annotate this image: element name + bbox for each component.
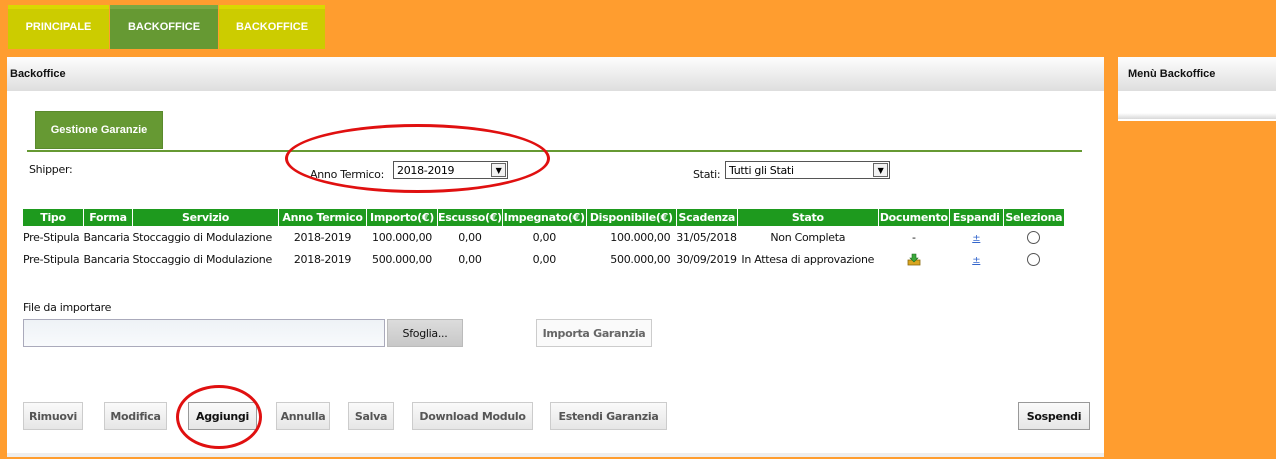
cell-escusso: 0,00 [458, 230, 482, 244]
extend-guarantee-button[interactable]: Estendi Garanzia [550, 402, 667, 430]
cell-espandi: ± [949, 226, 1003, 248]
side-menu-footer [1118, 113, 1276, 119]
stati-label: Stati: [693, 168, 721, 181]
annotation-ellipse-anno-termico [285, 124, 550, 193]
cell-importo: 100.000,00 [372, 230, 432, 244]
cell-tipo: Pre-Stipula [23, 252, 80, 266]
tab-principale[interactable]: PRINCIPALE [8, 5, 109, 49]
browse-button[interactable]: Sfoglia... [387, 319, 463, 347]
col-tipo[interactable]: Tipo [23, 209, 84, 226]
col-seleziona[interactable]: Seleziona [1003, 209, 1065, 226]
table-row[interactable]: Pre-Stipula Bancaria Stoccaggio di Modul… [23, 248, 1064, 270]
cell-stato: In Attesa di approvazione [741, 252, 875, 266]
import-guarantee-button[interactable]: Importa Garanzia [536, 319, 652, 347]
save-button[interactable]: Salva [348, 402, 394, 430]
guarantees-table: Tipo Forma Servizio Anno Termico Importo… [23, 209, 1065, 270]
expand-link[interactable]: ± [972, 255, 980, 266]
stati-select[interactable]: Tutti gli Stati ▼ [725, 161, 890, 179]
col-importo[interactable]: Importo(€) [366, 209, 438, 226]
col-documento[interactable]: Documento [878, 209, 950, 226]
tab-label: BACKOFFICE [127, 21, 201, 33]
cell-disponibile: 100.000,00 [610, 230, 671, 244]
cancel-button[interactable]: Annulla [276, 402, 330, 430]
expand-link[interactable]: ± [972, 233, 980, 244]
col-stato[interactable]: Stato [737, 209, 879, 226]
col-scadenza[interactable]: Scadenza [676, 209, 738, 226]
page-title: Backoffice [10, 68, 66, 80]
stati-value: Tutti gli Stati [729, 164, 794, 177]
select-radio[interactable] [1027, 252, 1041, 266]
col-anno-termico[interactable]: Anno Termico [278, 209, 367, 226]
tab-backoffice[interactable]: BACKOFFICE [219, 5, 325, 49]
col-servizio[interactable]: Servizio [132, 209, 279, 226]
main-panel-header: Backoffice [7, 57, 1104, 91]
annotation-ellipse-aggiungi [176, 385, 262, 449]
cell-anno: 2018-2019 [293, 252, 352, 266]
col-forma[interactable]: Forma [83, 209, 133, 226]
side-menu-title: Menù Backoffice [1128, 68, 1216, 80]
panel-bottom-border [7, 453, 1104, 457]
tab-label: PRINCIPALE [25, 21, 92, 33]
select-radio[interactable] [1027, 230, 1041, 244]
cell-scadenza: 30/09/2019 [676, 252, 737, 266]
col-escusso[interactable]: Escusso(€) [437, 209, 503, 226]
table-header-row: Tipo Forma Servizio Anno Termico Importo… [23, 209, 1065, 226]
col-disponibile[interactable]: Disponibile(€) [586, 209, 677, 226]
remove-button[interactable]: Rimuovi [23, 402, 83, 430]
cell-impegnato: 0,00 [532, 252, 557, 266]
section-divider [27, 150, 1082, 152]
col-espandi[interactable]: Espandi [949, 209, 1004, 226]
main-panel: Backoffice Gestione Garanzie Shipper: An… [7, 57, 1104, 457]
col-impegnato[interactable]: Impegnato(€) [502, 209, 587, 226]
top-navigation: PRINCIPALE BACKOFFICE BACKOFFICE [0, 0, 1276, 55]
cell-documento [878, 248, 949, 270]
cell-tipo: Pre-Stipula [23, 230, 80, 244]
side-menu-header: Menù Backoffice [1118, 57, 1276, 91]
cell-stato: Non Completa [770, 230, 846, 244]
download-module-button[interactable]: Download Modulo [412, 402, 533, 430]
cell-documento: - [911, 230, 916, 244]
tab-label: BACKOFFICE [235, 21, 309, 33]
cell-anno: 2018-2019 [293, 230, 352, 244]
dropdown-arrow-icon[interactable]: ▼ [873, 163, 888, 177]
cell-seleziona [1003, 248, 1064, 270]
cell-importo: 500.000,00 [372, 252, 432, 266]
cell-forma: Bancaria [83, 252, 130, 266]
download-document-icon[interactable] [907, 253, 921, 266]
side-menu-panel: Menù Backoffice [1118, 57, 1276, 121]
shipper-label: Shipper: [29, 163, 73, 176]
tab-backoffice-active[interactable]: BACKOFFICE [110, 5, 218, 49]
cell-scadenza: 31/05/2018 [676, 230, 737, 244]
cell-espandi: ± [949, 248, 1003, 270]
cell-forma: Bancaria [83, 230, 130, 244]
cell-disponibile: 500.000,00 [610, 252, 671, 266]
modify-button[interactable]: Modifica [104, 402, 167, 430]
cell-servizio: Stoccaggio di Modulazione [132, 230, 273, 244]
file-label: File da importare [23, 301, 112, 314]
cell-impegnato: 0,00 [532, 230, 557, 244]
table-row[interactable]: Pre-Stipula Bancaria Stoccaggio di Modul… [23, 226, 1064, 248]
suspend-button[interactable]: Sospendi [1018, 402, 1090, 430]
cell-servizio: Stoccaggio di Modulazione [132, 252, 273, 266]
cell-seleziona [1003, 226, 1064, 248]
cell-escusso: 0,00 [458, 252, 482, 266]
file-path-input[interactable] [23, 319, 385, 347]
tab-gestione-garanzie[interactable]: Gestione Garanzie [35, 111, 163, 149]
